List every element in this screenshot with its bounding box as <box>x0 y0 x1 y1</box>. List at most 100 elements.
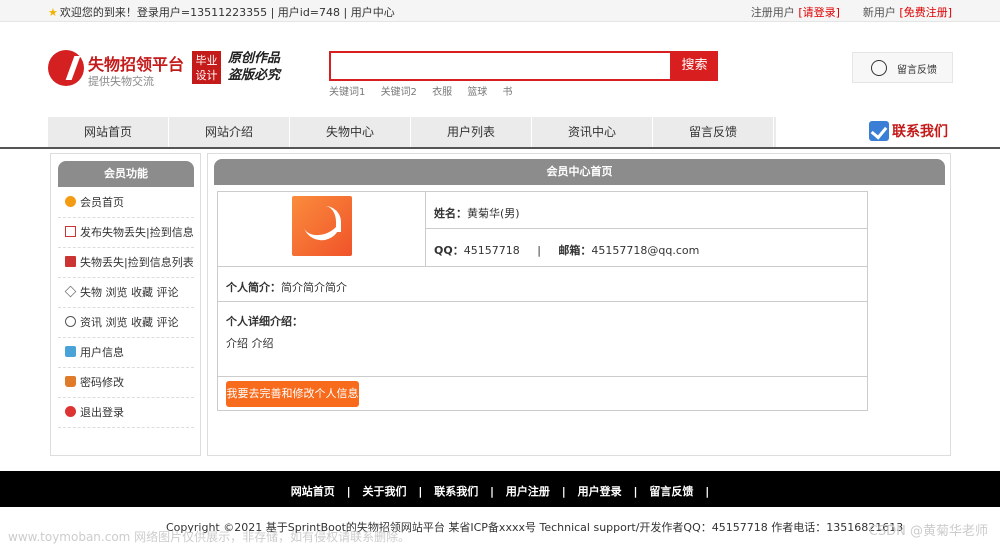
contact-row: QQ：45157718 | 邮箱：45157718@qq.com <box>426 229 867 267</box>
welcome-message: 欢迎您的到来！登录用户=13511223355 | 用户id=748 | 用户中… <box>59 6 395 19</box>
sidebar-item-member-home[interactable]: 会员首页 <box>58 188 194 218</box>
sidebar-item-publish[interactable]: 发布失物丢失|捡到信息 <box>58 218 194 248</box>
sidebar-item-password[interactable]: 密码修改 <box>58 368 194 398</box>
site-watermark: www.toymoban.com 网络图片仅供展示，非存储，如有侵权请联系删除。 <box>8 530 411 544</box>
slogan-line-2: 盗版必究 <box>228 68 281 83</box>
feedback-button[interactable]: 留言反馈 <box>852 52 953 83</box>
search-button[interactable]: 搜索 <box>671 51 718 81</box>
lock-icon <box>65 376 76 387</box>
footer: 网站首页 | 关于我们 | 联系我们 | 用户注册 | 用户登录 | 留言反馈 … <box>0 471 1000 507</box>
sidebar-item-lost-activity[interactable]: 失物 浏览 收藏 评论 <box>58 278 194 308</box>
star-icon <box>64 285 77 298</box>
register-user-label: 注册用户 <box>750 6 795 19</box>
badge-line-1: 毕业 <box>195 54 218 67</box>
footer-separator: | <box>346 485 351 498</box>
nav-home[interactable]: 网站首页 <box>48 117 169 148</box>
detail-row: 个人详细介绍： 介绍 介绍 <box>218 302 867 377</box>
footer-link-about[interactable]: 关于我们 <box>362 485 406 498</box>
support-icon <box>871 60 887 76</box>
logo-icon[interactable] <box>48 50 84 86</box>
sidebar-item-label: 用户信息 <box>80 346 124 359</box>
edit-profile-button[interactable]: 我要去完善和修改个人信息 <box>226 381 359 407</box>
sidebar-item-label: 退出登录 <box>80 406 124 419</box>
nav-news[interactable]: 资讯中心 <box>532 117 653 148</box>
checkmark-icon <box>869 121 889 141</box>
detail-label: 个人详细介绍： <box>226 315 303 328</box>
qq-value: 45157718 <box>463 244 520 257</box>
top-bar: ★ 欢迎您的到来！登录用户=13511223355 | 用户id=748 | 用户… <box>0 0 1000 22</box>
contact-us-link[interactable]: 联系我们 <box>869 121 948 141</box>
list-icon <box>65 256 76 267</box>
keyword-link[interactable]: 关键词2 <box>381 87 417 98</box>
member-center-panel: 会员中心首页 姓名：黄菊华(男) QQ：45157718 | 邮箱：451577… <box>207 153 951 456</box>
sidebar-item-label: 失物 浏览 收藏 评论 <box>80 286 179 299</box>
welcome-text: ★ 欢迎您的到来！登录用户=13511223355 | 用户id=748 | 用户… <box>48 4 395 20</box>
keyword-link[interactable]: 篮球 <box>467 87 487 98</box>
footer-separator: | <box>490 485 495 498</box>
nav-divider <box>0 147 1000 149</box>
email-value: 45157718@qq.com <box>591 244 700 257</box>
footer-link-home[interactable]: 网站首页 <box>291 485 335 498</box>
contact-us-label: 联系我们 <box>892 124 948 140</box>
footer-separator: | <box>633 485 638 498</box>
account-links: 注册用户 [请登录] 新用户 [免费注册] <box>751 4 952 20</box>
name-row: 姓名：黄菊华(男) <box>426 192 867 229</box>
badge-line-2: 设计 <box>195 69 218 82</box>
sidebar-item-logout[interactable]: 退出登录 <box>58 398 194 428</box>
search-input[interactable] <box>329 51 672 81</box>
footer-link-register[interactable]: 用户注册 <box>506 485 550 498</box>
sidebar-item-news-activity[interactable]: 资讯 浏览 收藏 评论 <box>58 308 194 338</box>
intro-row: 个人简介：简介简介简介 <box>218 267 867 302</box>
name-value: 黄菊华(男) <box>467 207 520 220</box>
logo-subtitle: 提供失物交流 <box>88 75 154 88</box>
home-icon <box>65 196 76 207</box>
sidebar-menu: 会员首页 发布失物丢失|捡到信息 失物丢失|捡到信息列表 失物 浏览 收藏 评论… <box>58 188 194 428</box>
footer-link-contact[interactable]: 联系我们 <box>434 485 478 498</box>
intro-label: 个人简介： <box>226 281 281 294</box>
nav-about[interactable]: 网站介绍 <box>169 117 290 148</box>
edit-icon <box>65 226 76 237</box>
qq-label: QQ： <box>434 244 464 257</box>
footer-links: 网站首页 | 关于我们 | 联系我们 | 用户注册 | 用户登录 | 留言反馈 … <box>287 483 713 499</box>
avatar <box>292 196 352 256</box>
profile-table: 姓名：黄菊华(男) QQ：45157718 | 邮箱：45157718@qq.c… <box>217 191 868 411</box>
nav-feedback[interactable]: 留言反馈 <box>653 117 774 148</box>
sidebar-item-label: 资讯 浏览 收藏 评论 <box>80 316 179 329</box>
sidebar-item-my-list[interactable]: 失物丢失|捡到信息列表 <box>58 248 194 278</box>
sidebar-item-label: 会员首页 <box>80 196 124 209</box>
csdn-watermark: CSDN @黄菊华老师 <box>868 524 988 539</box>
news-icon <box>65 316 76 327</box>
logo-title: 失物招领平台 <box>88 55 185 74</box>
nav-user-list[interactable]: 用户列表 <box>411 117 532 148</box>
sidebar-item-label: 密码修改 <box>80 376 124 389</box>
footer-separator: | <box>705 485 710 498</box>
graduation-badge: 毕业 设计 <box>192 51 221 84</box>
main-nav: 网站首页 网站介绍 失物中心 用户列表 资讯中心 留言反馈 <box>48 117 776 148</box>
logout-icon <box>65 406 76 417</box>
login-link[interactable]: [请登录] <box>798 6 840 19</box>
sidebar-item-user-info[interactable]: 用户信息 <box>58 338 194 368</box>
footer-separator: | <box>561 485 566 498</box>
email-label: 邮箱： <box>558 244 592 257</box>
user-icon <box>65 346 76 357</box>
nav-lost-items[interactable]: 失物中心 <box>290 117 411 148</box>
name-label: 姓名： <box>434 207 467 220</box>
sidebar-item-label: 失物丢失|捡到信息列表 <box>80 256 194 269</box>
feedback-label: 留言反馈 <box>897 65 937 76</box>
intro-value: 简介简介简介 <box>281 281 347 294</box>
detail-value: 介绍 介绍 <box>226 337 274 350</box>
hot-keywords: 关键词1 关键词2 衣服 篮球 书 <box>329 83 525 98</box>
separator: | <box>537 244 541 257</box>
page-title: 会员中心首页 <box>214 159 945 185</box>
slogan-line-1: 原创作品 <box>228 51 281 66</box>
footer-separator: | <box>418 485 423 498</box>
footer-link-feedback[interactable]: 留言反馈 <box>649 485 693 498</box>
footer-link-login[interactable]: 用户登录 <box>578 485 622 498</box>
keyword-link[interactable]: 关键词1 <box>329 87 365 98</box>
keyword-link[interactable]: 衣服 <box>432 87 452 98</box>
star-icon: ★ <box>48 6 58 19</box>
free-register-link[interactable]: [免费注册] <box>899 6 952 19</box>
avatar-cell <box>218 192 426 267</box>
keyword-link[interactable]: 书 <box>503 87 513 98</box>
sidebar-item-label: 发布失物丢失|捡到信息 <box>80 226 194 239</box>
